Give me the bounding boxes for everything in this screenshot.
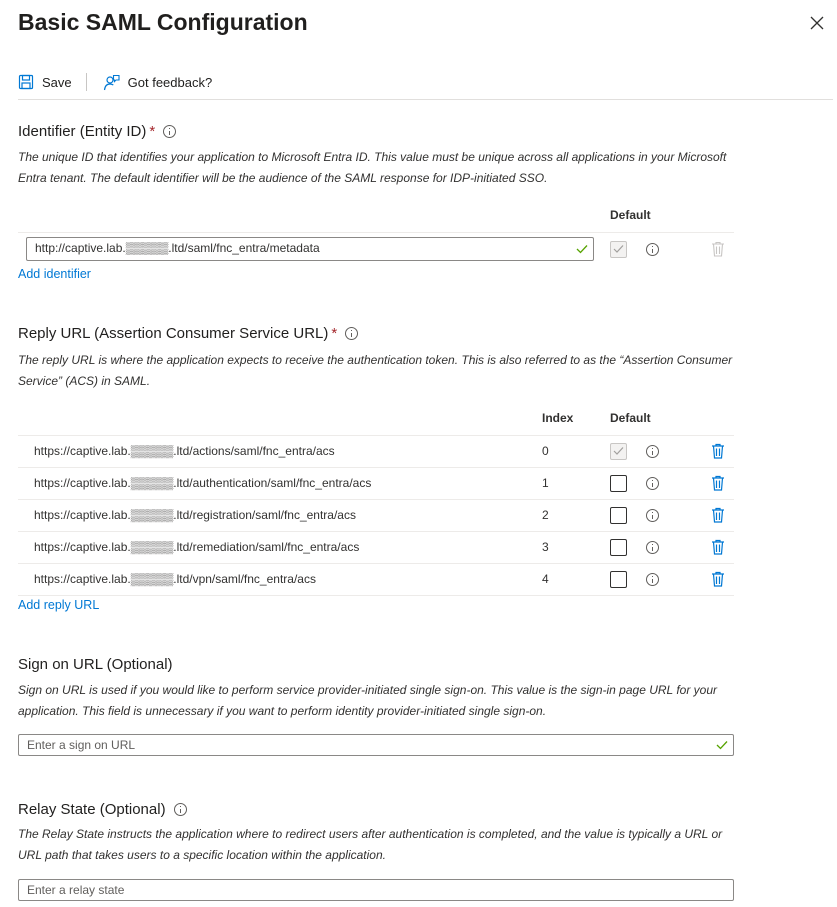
identifier-section-title: Identifier (Entity ID) * <box>18 123 177 140</box>
add-reply-url-link[interactable]: Add reply URL <box>18 598 99 612</box>
command-bar: Save Got feedback? <box>18 70 212 94</box>
relay-description: The Relay State instructs the applicatio… <box>18 827 723 862</box>
reply-index: 4 <box>542 572 549 586</box>
default-checkbox[interactable] <box>610 507 627 524</box>
reply-index-header: Index <box>542 411 574 425</box>
reply-section-title: Reply URL (Assertion Consumer Service UR… <box>18 325 359 342</box>
default-checkbox[interactable] <box>610 571 627 588</box>
checkmark-icon <box>613 245 624 253</box>
delete-icon[interactable] <box>711 443 725 459</box>
required-marker: * <box>331 325 338 342</box>
feedback-button[interactable]: Got feedback? <box>103 74 213 91</box>
default-checkbox[interactable] <box>610 539 627 556</box>
reply-url: https://captive.lab.▒▒▒▒▒.ltd/vpn/saml/f… <box>34 572 316 586</box>
info-icon[interactable] <box>646 541 659 554</box>
reply-url: https://captive.lab.▒▒▒▒▒.ltd/actions/sa… <box>34 444 335 458</box>
default-checkbox[interactable] <box>610 475 627 492</box>
delete-icon[interactable] <box>711 475 725 491</box>
required-marker: * <box>149 123 156 140</box>
reply-description: The reply URL is where the application e… <box>18 353 733 388</box>
reply-default-header: Default <box>610 411 651 425</box>
info-icon[interactable] <box>163 125 177 138</box>
checkmark-icon <box>613 447 624 455</box>
identifier-default-header: Default <box>610 208 651 222</box>
save-icon <box>18 74 34 90</box>
reply-url: https://captive.lab.▒▒▒▒▒.ltd/registrati… <box>34 508 356 522</box>
delete-icon[interactable] <box>711 571 725 587</box>
reply-url-row: https://captive.lab.▒▒▒▒▒.ltd/remediatio… <box>18 531 734 563</box>
valid-check-icon <box>716 741 728 750</box>
info-icon[interactable] <box>646 243 659 256</box>
signon-description: Sign on URL is used if you would like to… <box>18 683 718 718</box>
delete-disabled-icon <box>712 241 724 257</box>
reply-index: 0 <box>542 444 549 458</box>
info-icon[interactable] <box>646 509 659 522</box>
add-identifier-link[interactable]: Add identifier <box>18 267 91 281</box>
default-checkbox-checked[interactable] <box>610 443 627 460</box>
info-icon[interactable] <box>345 327 359 340</box>
toolbar-divider <box>85 73 87 91</box>
signon-title: Sign on URL (Optional) <box>18 656 173 673</box>
info-icon[interactable] <box>646 573 659 586</box>
reply-index: 2 <box>542 508 549 522</box>
identifier-default-checkbox[interactable] <box>610 241 627 258</box>
save-label: Save <box>42 74 72 90</box>
signon-url-input[interactable] <box>27 738 687 752</box>
relay-title: Relay State (Optional) <box>18 801 166 818</box>
toolbar-divider-line <box>18 99 833 100</box>
identifier-row <box>18 232 734 265</box>
close-icon[interactable] <box>806 12 828 34</box>
identifier-title: Identifier (Entity ID) <box>18 123 147 140</box>
info-icon[interactable] <box>646 477 659 490</box>
page-title: Basic SAML Configuration <box>18 9 308 35</box>
valid-check-icon <box>576 245 588 254</box>
reply-title: Reply URL (Assertion Consumer Service UR… <box>18 325 329 342</box>
reply-url: https://captive.lab.▒▒▒▒▒.ltd/authentica… <box>34 476 372 490</box>
relay-state-input[interactable] <box>27 883 687 897</box>
reply-url-row: https://captive.lab.▒▒▒▒▒.ltd/vpn/saml/f… <box>18 563 734 596</box>
identifier-description: The unique ID that identifies your appli… <box>18 150 727 185</box>
info-icon[interactable] <box>646 445 659 458</box>
reply-url: https://captive.lab.▒▒▒▒▒.ltd/remediatio… <box>34 540 360 554</box>
reply-url-row: https://captive.lab.▒▒▒▒▒.ltd/registrati… <box>18 499 734 531</box>
reply-url-row: https://captive.lab.▒▒▒▒▒.ltd/actions/sa… <box>18 435 734 467</box>
feedback-label: Got feedback? <box>127 74 213 90</box>
identifier-field[interactable] <box>26 237 695 261</box>
reply-url-row: https://captive.lab.▒▒▒▒▒.ltd/authentica… <box>18 467 734 499</box>
info-icon[interactable] <box>173 803 187 816</box>
feedback-icon <box>103 74 120 90</box>
save-button[interactable]: Save <box>18 74 72 90</box>
relay-state-field[interactable] <box>18 879 734 901</box>
reply-index: 3 <box>542 540 549 554</box>
identifier-input[interactable] <box>35 241 695 255</box>
signon-url-field[interactable] <box>18 734 734 756</box>
delete-icon[interactable] <box>711 539 725 555</box>
relay-section-title: Relay State (Optional) <box>18 801 187 818</box>
signon-section-title: Sign on URL (Optional) <box>18 656 173 673</box>
delete-icon[interactable] <box>711 507 725 523</box>
reply-index: 1 <box>542 476 549 490</box>
